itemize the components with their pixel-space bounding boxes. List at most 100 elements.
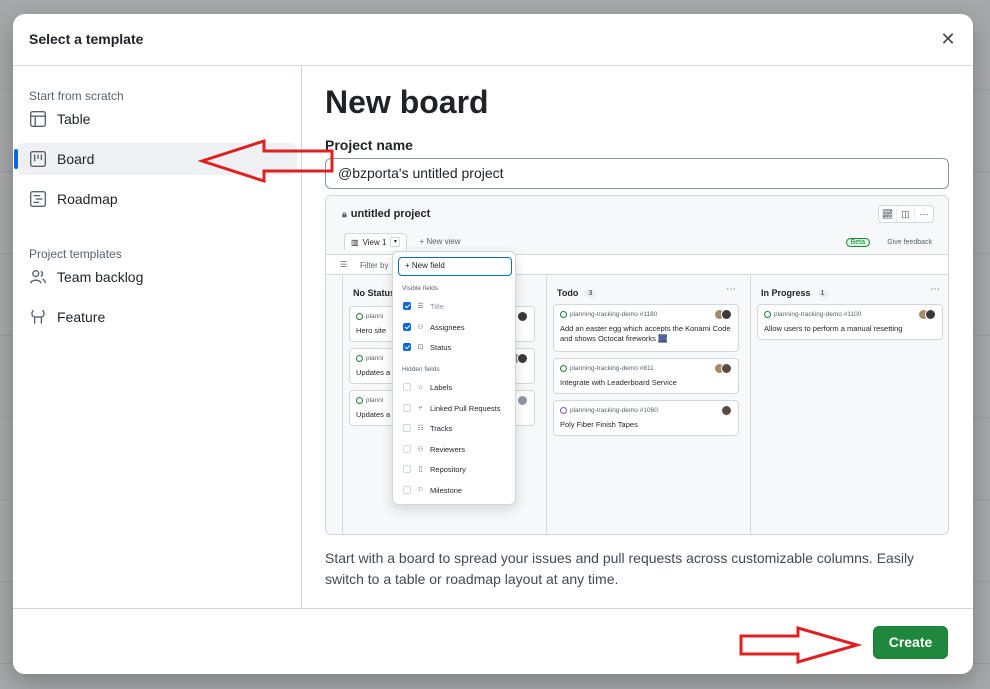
checkbox [403,323,411,331]
template-detail: New board Project name @bzporta's untitl… [303,66,973,608]
avatar-image [517,353,528,364]
people-icon [29,268,47,286]
preview-new-view: + New view [419,237,460,246]
annotation-arrow-right-icon [739,626,862,664]
column-count: 3 [584,289,597,297]
board-column-todo: Todo 3 ⋯ planning-tracking-demo #1180 Ad… [546,276,744,534]
annotation-arrow-left-icon [198,138,334,184]
preview-project-title: untitled project [350,208,431,220]
selected-indicator [14,149,18,169]
feature-icon [29,308,47,326]
project-templates-label: Project templates [29,247,122,261]
board-icon [29,150,47,168]
x-icon[interactable]: ✕ [937,28,959,50]
card-meta: planning-tracking-demo #811 [560,365,654,372]
avatar-image [517,311,528,322]
avatar [517,395,528,406]
kebab-icon: ⋯ [930,284,940,295]
card-repo: planni [366,313,384,320]
column-header: In Progress 1 [761,288,829,298]
card-title: Integrate with Leaderboard Service [560,378,677,387]
field-item-title: ☰ Title [403,300,444,312]
card-meta: planni [356,397,383,404]
avatar [517,311,528,322]
sidebar-item-feature[interactable]: Feature [17,301,297,333]
checkbox [403,343,411,351]
checkbox [403,424,411,432]
checkbox [403,302,411,310]
board-card: planning-tracking-demo #1100 Allow users… [757,304,943,340]
sidebar-item-label: Feature [57,309,106,325]
card-repo: planning-tracking-demo #1180 [570,311,658,318]
preview-tab-label: View 1 [362,237,387,247]
issue-open-icon [764,311,771,318]
field-item-linked-pull-requests: ⑂ Linked Pull Requests [403,402,500,414]
checkbox [403,445,411,453]
beta-badge: Beta [845,238,870,247]
card-title: Add an easter egg which accepts the Kona… [560,324,731,343]
dialog-header: Select a template ✕ [13,14,973,66]
field-item-tracks: ☷ Tracks [403,422,452,434]
start-from-scratch-label: Start from scratch [29,89,124,103]
single-select-icon: ⊡ [417,343,424,351]
card-repo: planni [366,355,384,362]
field-item-status: ⊡ Status [403,341,451,353]
column-name: Todo [557,288,579,298]
field-label: Assignees [430,322,465,332]
tag-icon: ⌂ [418,383,423,391]
sidebar-item-label: Board [57,151,95,167]
field-item-repository: ▯ Repository [403,463,466,475]
checkbox [403,383,411,391]
field-label: Reviewers [430,444,466,454]
card-repo: planning-tracking-demo #1060 [570,407,658,414]
chevron-down-icon: ▾ [390,237,401,247]
new-field-input: + New field [398,257,512,276]
give-feedback-link: Give feedback [887,239,932,246]
field-label: Repository [430,464,466,474]
sidebar-icon: ◫ [897,206,915,222]
repo-icon: ▯ [418,465,423,473]
card-meta: planning-tracking-demo #1060 [560,407,658,414]
column-header: Todo 3 [557,288,597,298]
field-label: Status [430,342,452,352]
new-field-label: New field [411,261,445,270]
project-name-input[interactable]: @bzporta's untitled project [325,158,949,189]
avatar-image [925,309,936,320]
create-button[interactable]: Create [873,626,948,659]
checkbox [403,404,411,412]
plus-icon: + [419,237,425,246]
avatar [714,363,732,374]
preview-toolbar: 📈︎ ◫ ⋯ [878,205,934,223]
checkbox [403,465,411,473]
avatar-image [721,405,732,416]
board-card: planning-tracking-demo #1060 Poly Fiber … [553,400,739,436]
filter-icon: ☰ [340,260,348,269]
avatar-image [517,395,528,406]
select-template-dialog: Select a template ✕ Start from scratch T… [13,14,973,674]
sidebar-item-label: Roadmap [57,191,118,207]
sidebar-item-roadmap[interactable]: Roadmap [17,183,297,215]
column-name: No Status [353,288,396,298]
sidebar-item-table[interactable]: Table [17,103,297,135]
sidebar-item-label: Team backlog [57,269,144,285]
preview-new-view-label: New view [426,237,461,246]
card-meta: planni [356,313,383,320]
field-label: Milestone [430,485,463,495]
issue-open-icon [356,313,363,320]
preview-tab-view: ▥ View 1 ▾ [344,233,408,250]
template-description: Start with a board to spread your issues… [325,550,915,587]
sidebar-item-label: Table [57,111,91,127]
sidebar-item-team-backlog[interactable]: Team backlog [17,261,297,293]
card-meta: planning-tracking-demo #1100 [764,311,861,318]
avatar [510,353,528,364]
plus-icon: + [405,261,412,270]
card-repo: planning-tracking-demo #811 [570,365,654,372]
preview-tabs: ▥ View 1 ▾ + New view [344,233,461,250]
graph-icon: 📈︎ [879,206,897,222]
lock-icon: 🔒︎ [342,208,347,219]
checklist-icon: ☷ [417,424,424,432]
avatar [714,309,732,320]
board-icon: ▥ [351,237,359,247]
card-title: Poly Fiber Finish Tapes [560,420,638,429]
board-card: planning-tracking-demo #1180 Add an east… [553,304,739,352]
